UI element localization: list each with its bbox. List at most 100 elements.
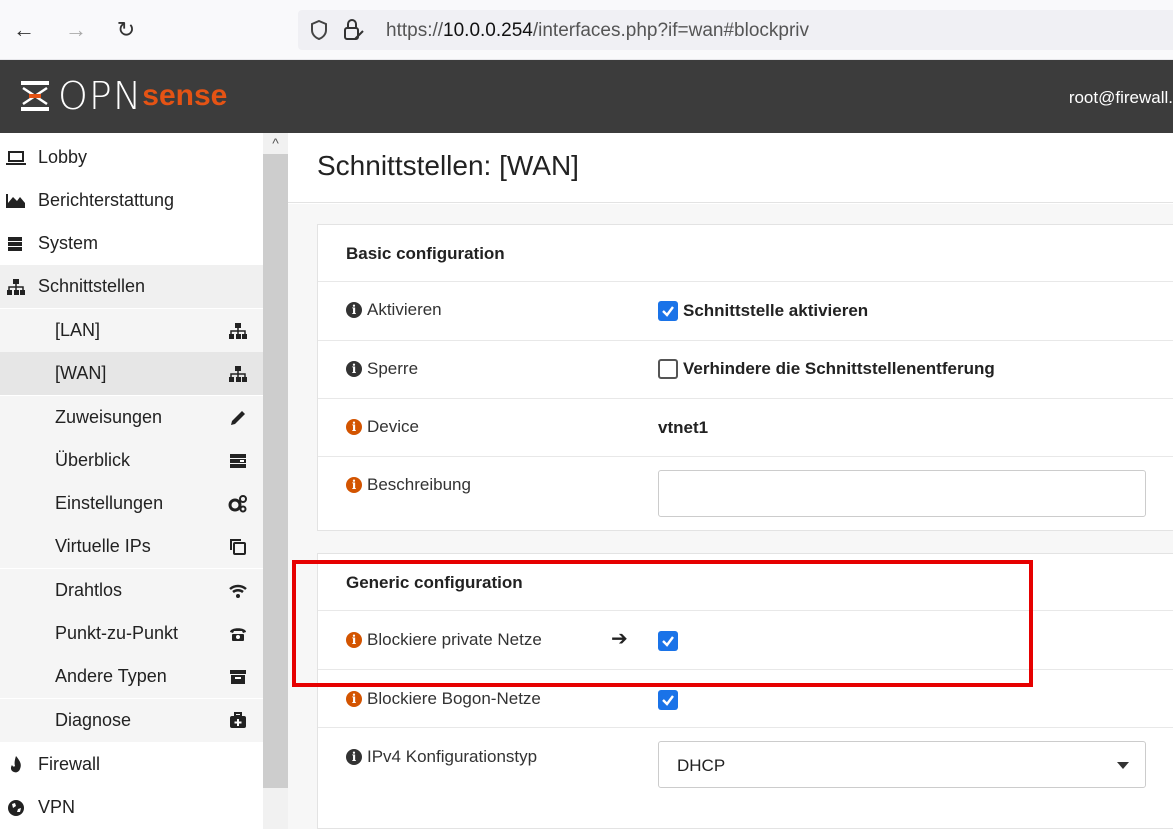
- fire-icon: [10, 756, 21, 773]
- pencil-icon: [231, 411, 245, 425]
- field-label: i IPv4 Konfigurationstyp: [346, 747, 537, 767]
- back-arrow-icon[interactable]: ←: [8, 14, 40, 46]
- basic-config-panel: Basic configuration i Aktivieren Schnitt…: [317, 224, 1173, 531]
- opnsense-logo[interactable]: OPN sense: [20, 73, 227, 119]
- sidebar-item-label: Andere Typen: [55, 666, 167, 686]
- user-menu[interactable]: root@firewall.: [1069, 88, 1173, 108]
- sidebar-item-label: [LAN]: [55, 320, 101, 340]
- sidebar-item-firewall[interactable]: Firewall: [0, 743, 263, 786]
- sidebar-subitem-ueberblick[interactable]: Überblick: [0, 439, 263, 482]
- clone-icon: [230, 539, 246, 555]
- sidebar-item-label: Drahtlos: [55, 580, 123, 600]
- server-icon: [8, 237, 22, 251]
- sidebar-item-label: Punkt-zu-Punkt: [55, 623, 179, 643]
- archive-icon: [230, 670, 246, 684]
- url-text: https://10.0.0.254/interfaces.php?if=wan…: [386, 20, 810, 41]
- cogs-icon: [228, 495, 247, 513]
- sidebar-item-label: Einstellungen: [55, 493, 164, 513]
- sitemap-icon: [7, 279, 25, 295]
- device-value: vtnet1: [658, 418, 709, 437]
- sidebar-item-vpn[interactable]: VPN: [0, 786, 263, 829]
- arrow-right-icon: ➔: [611, 628, 628, 650]
- tasks-icon: [230, 454, 246, 468]
- sidebar-subitem-einstellungen[interactable]: Einstellungen: [0, 482, 263, 525]
- sidebar-item-label: Berichterstattung: [38, 190, 175, 210]
- row-block-private: i Blockiere private Netze ➔: [318, 610, 1173, 669]
- checkbox-unchecked-icon[interactable]: [658, 359, 678, 379]
- sitemap-icon: [229, 366, 247, 382]
- section-title: Generic configuration: [346, 573, 523, 592]
- sidebar-item-lobby[interactable]: Lobby: [0, 136, 263, 179]
- reload-icon[interactable]: ↻: [110, 14, 142, 46]
- row-ipv4-type: i IPv4 Konfigurationstyp DHCP: [318, 727, 1173, 807]
- sidebar-subitem-andere-typen[interactable]: Andere Typen: [0, 655, 263, 698]
- page-header: Schnittstellen: [WAN]: [288, 133, 1173, 203]
- info-icon[interactable]: i: [346, 632, 362, 648]
- field-label: i Aktivieren: [346, 300, 442, 320]
- row-device: i Device vtnet1: [318, 398, 1173, 456]
- row-sperre: i Sperre Verhindere die Schnittstellenen…: [318, 340, 1173, 398]
- sidebar-subitem-zuweisungen[interactable]: Zuweisungen: [0, 396, 263, 439]
- sidebar-item-label: System: [38, 233, 99, 253]
- section-title: Basic configuration: [346, 244, 505, 263]
- sidebar-subitem-drahtlos[interactable]: Drahtlos: [0, 569, 263, 612]
- sidebar-item-label: [WAN]: [55, 363, 107, 383]
- sitemap-icon: [229, 323, 247, 339]
- scrollbar-thumb[interactable]: [263, 154, 288, 788]
- sidebar: Lobby Berichterstattung System Schnittst…: [0, 133, 263, 829]
- sidebar-subitem-lan[interactable]: [LAN]: [0, 309, 263, 352]
- field-label: i Device: [346, 417, 419, 437]
- block-private-checkbox[interactable]: [658, 631, 683, 651]
- sidebar-item-label: Zuweisungen: [55, 407, 163, 427]
- logo-icon: [21, 81, 49, 111]
- sidebar-item-label: Überblick: [55, 450, 131, 470]
- checkbox-checked-icon[interactable]: [658, 631, 678, 651]
- row-block-bogon: i Blockiere Bogon-Netze: [318, 669, 1173, 727]
- scroll-up-icon[interactable]: ^: [263, 133, 288, 153]
- sidebar-subitem-wan[interactable]: [WAN]: [0, 352, 263, 395]
- page-title: Schnittstellen: [WAN]: [317, 150, 579, 181]
- sidebar-item-label: Firewall: [38, 754, 101, 774]
- app-header: OPN sense root@firewall.: [0, 60, 1173, 133]
- sidebar-subitem-punkt-zu-punkt[interactable]: Punkt-zu-Punkt: [0, 612, 263, 655]
- sidebar-item-label: Diagnose: [55, 710, 132, 730]
- checkbox-checked-icon[interactable]: [658, 690, 678, 710]
- laptop-icon: [6, 151, 26, 165]
- address-bar[interactable]: https://10.0.0.254/interfaces.php?if=wan…: [298, 10, 1173, 50]
- block-bogon-checkbox[interactable]: [658, 690, 683, 710]
- field-label: i Beschreibung: [346, 475, 471, 495]
- info-icon[interactable]: i: [346, 749, 362, 765]
- sidebar-item-system[interactable]: System: [0, 222, 263, 265]
- browser-toolbar: ← → ↻ https://10.0.0.254/interfaces.php?…: [0, 0, 1173, 60]
- lock-icon[interactable]: [342, 18, 364, 42]
- sidebar-item-label: Virtuelle IPs: [55, 536, 151, 556]
- field-label: i Blockiere Bogon-Netze: [346, 689, 541, 709]
- ipv4-type-select[interactable]: DHCP: [658, 741, 1146, 788]
- field-label: i Blockiere private Netze: [346, 630, 542, 650]
- prevent-removal-checkbox[interactable]: Verhindere die Schnittstellenentferung: [658, 359, 995, 379]
- select-value: DHCP: [677, 756, 726, 775]
- sidebar-item-label: Lobby: [38, 147, 88, 167]
- logo-text: OPN: [58, 74, 143, 118]
- main-content: Schnittstellen: [WAN] Basic configuratio…: [288, 133, 1173, 829]
- sidebar-item-label: VPN: [38, 797, 76, 817]
- forward-arrow-icon[interactable]: →: [60, 14, 92, 46]
- sidebar-item-berichterstattung[interactable]: Berichterstattung: [0, 179, 263, 222]
- checkbox-checked-icon[interactable]: [658, 301, 678, 321]
- sidebar-subitem-diagnose[interactable]: Diagnose: [0, 699, 263, 742]
- row-beschreibung: i Beschreibung: [318, 456, 1173, 532]
- info-icon[interactable]: i: [346, 302, 362, 318]
- description-input[interactable]: [658, 470, 1146, 517]
- info-icon[interactable]: i: [346, 361, 362, 377]
- field-label: i Sperre: [346, 359, 418, 379]
- sidebar-subitem-virtuelle-ips[interactable]: Virtuelle IPs: [0, 525, 263, 568]
- phone-icon: [230, 628, 246, 641]
- info-icon[interactable]: i: [346, 477, 362, 493]
- logo-subtext: sense: [142, 79, 228, 112]
- shield-icon: [311, 20, 327, 40]
- enable-interface-checkbox[interactable]: Schnittstelle aktivieren: [658, 301, 868, 321]
- area-chart-icon: [6, 194, 25, 208]
- sidebar-item-schnittstellen[interactable]: Schnittstellen: [0, 265, 263, 308]
- info-icon[interactable]: i: [346, 419, 362, 435]
- info-icon[interactable]: i: [346, 691, 362, 707]
